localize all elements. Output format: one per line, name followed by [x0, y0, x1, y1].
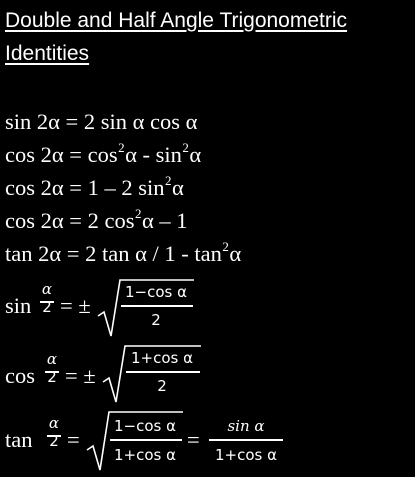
fraction-bar: [110, 439, 182, 441]
exponent: 2: [118, 140, 125, 155]
function-name: cos: [5, 363, 35, 388]
identity-sin-double: sin 2α = 2 sin α cos α: [5, 108, 197, 136]
rhs-numerator: sin α: [207, 417, 285, 435]
relation: = ±: [60, 293, 91, 318]
identity-text: cos 2α = 2 cos: [5, 208, 135, 233]
identity-text: α - sin: [125, 142, 182, 167]
exponent: 2: [164, 173, 172, 188]
fraction-numerator: α: [41, 280, 53, 298]
rhs-denominator: 1+cos α: [214, 446, 277, 464]
identity-text: cos 2α = 1 – 2 sin: [5, 175, 165, 200]
identity-text: α: [189, 142, 202, 167]
fraction-bar: [45, 371, 59, 373]
title-line-1: Double and Half Angle Trigonometric: [5, 9, 348, 32]
exponent: 2: [222, 239, 229, 254]
identity-sin-half: sin α 2 = ± 1−cos α 2: [5, 278, 405, 338]
identity-cos-half: cos α 2 = ± 1+cos α 2: [5, 340, 405, 403]
radicand-numerator: 1−cos α: [124, 283, 187, 301]
fraction-bar: [40, 301, 54, 303]
identity-text: cos 2α = cos: [5, 142, 118, 167]
title-line-2: Identities: [5, 42, 90, 65]
relation: = ±: [65, 363, 96, 388]
fraction-bar: [126, 371, 200, 373]
fraction-numerator: α: [48, 414, 60, 432]
fraction-bar: [209, 439, 283, 441]
identity-tan-double: tan 2α = 2 tan α / 1 - tan2α: [5, 239, 242, 271]
identity-cos-double-3: cos 2α = 2 cos2α – 1: [5, 206, 188, 238]
exponent: 2: [182, 140, 189, 155]
relation: =: [187, 427, 200, 452]
fraction-numerator: α: [46, 350, 58, 368]
identity-text: α: [229, 241, 242, 266]
function-name: tan: [5, 427, 33, 452]
function-name: sin: [5, 293, 32, 318]
radicand-denominator: 1+cos α: [113, 446, 176, 464]
fraction-bar: [47, 435, 61, 437]
half-angle-fraction: α 2: [40, 280, 54, 316]
identity-tan-half: tan α 2 = 1−cos α 1+cos α = sin α 1+cos …: [5, 410, 405, 471]
identity-text: tan 2α = 2 tan α / 1 - tan: [5, 241, 222, 266]
radicand-denominator: 2: [157, 377, 167, 395]
fraction-bar: [121, 305, 193, 307]
rhs-numerator-text: sin α: [227, 417, 265, 435]
identity-text: α – 1: [141, 208, 188, 233]
page-title: Double and Half Angle Trigonometric Iden…: [5, 4, 347, 70]
half-angle-fraction: α 2: [45, 350, 59, 386]
relation: =: [67, 427, 80, 452]
exponent: 2: [134, 206, 142, 221]
identity-cos-double-2: cos 2α = 1 – 2 sin2α: [5, 173, 184, 205]
radicand-numerator: 1−cos α: [113, 417, 176, 435]
half-angle-fraction: α 2: [47, 414, 61, 450]
radicand-numerator: 1+cos α: [130, 349, 193, 367]
radicand-denominator: 2: [151, 311, 161, 329]
identity-text: α: [171, 175, 184, 200]
identity-text: sin 2α = 2 sin α cos α: [5, 109, 198, 134]
identity-cos-double-1: cos 2α = cos2α - sin2α: [5, 140, 202, 172]
